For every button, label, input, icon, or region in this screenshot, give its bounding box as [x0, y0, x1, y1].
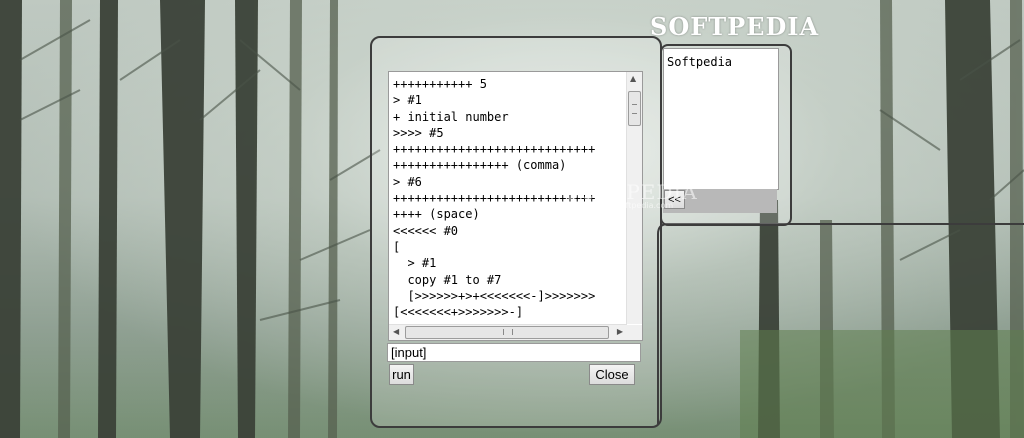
- code-line: > #1: [393, 256, 437, 271]
- watermark-url: www.softpedia.com: [595, 201, 674, 210]
- run-button[interactable]: run: [389, 364, 414, 385]
- output-box: Softpedia: [663, 48, 779, 190]
- output-text: Softpedia: [667, 55, 733, 69]
- code-line: + initial number: [393, 109, 509, 124]
- horizontal-scroll-thumb[interactable]: [405, 326, 609, 339]
- code-line: [: [393, 239, 401, 254]
- code-line: ++++ (space): [393, 207, 480, 222]
- grip-icon: [632, 104, 637, 114]
- code-line: ++++++++++++++++++++++++++++: [393, 142, 596, 157]
- code-line: > #1: [393, 93, 422, 108]
- code-line: <<<<<< #0: [393, 223, 459, 238]
- code-line: [>>>>>>+>+<<<<<<<-]>>>>>>>: [393, 288, 596, 303]
- code-line: +++++++++++ 5: [393, 77, 487, 91]
- close-button[interactable]: Close: [589, 364, 635, 385]
- vertical-scroll-thumb[interactable]: [628, 91, 641, 126]
- chevron-up-icon[interactable]: ▲: [630, 74, 636, 83]
- code-line: copy #1 to #7: [393, 272, 502, 287]
- code-line: >>>> #5: [393, 125, 444, 140]
- grip-icon: [503, 329, 513, 335]
- panel-outline: [657, 223, 1024, 424]
- softpedia-logo: SOFTPEDIA: [650, 12, 820, 41]
- chevron-right-icon[interactable]: ▶: [617, 327, 623, 336]
- code-line: ++++++++++++++++ (comma): [393, 158, 567, 173]
- code-line: [<<<<<<<+>>>>>>>-]: [393, 305, 524, 320]
- input-field[interactable]: [input]: [387, 343, 641, 362]
- scroll-corner: [627, 325, 642, 340]
- horizontal-scrollbar[interactable]: ◀ ▶: [389, 324, 627, 340]
- chevron-left-icon[interactable]: ◀: [393, 327, 399, 336]
